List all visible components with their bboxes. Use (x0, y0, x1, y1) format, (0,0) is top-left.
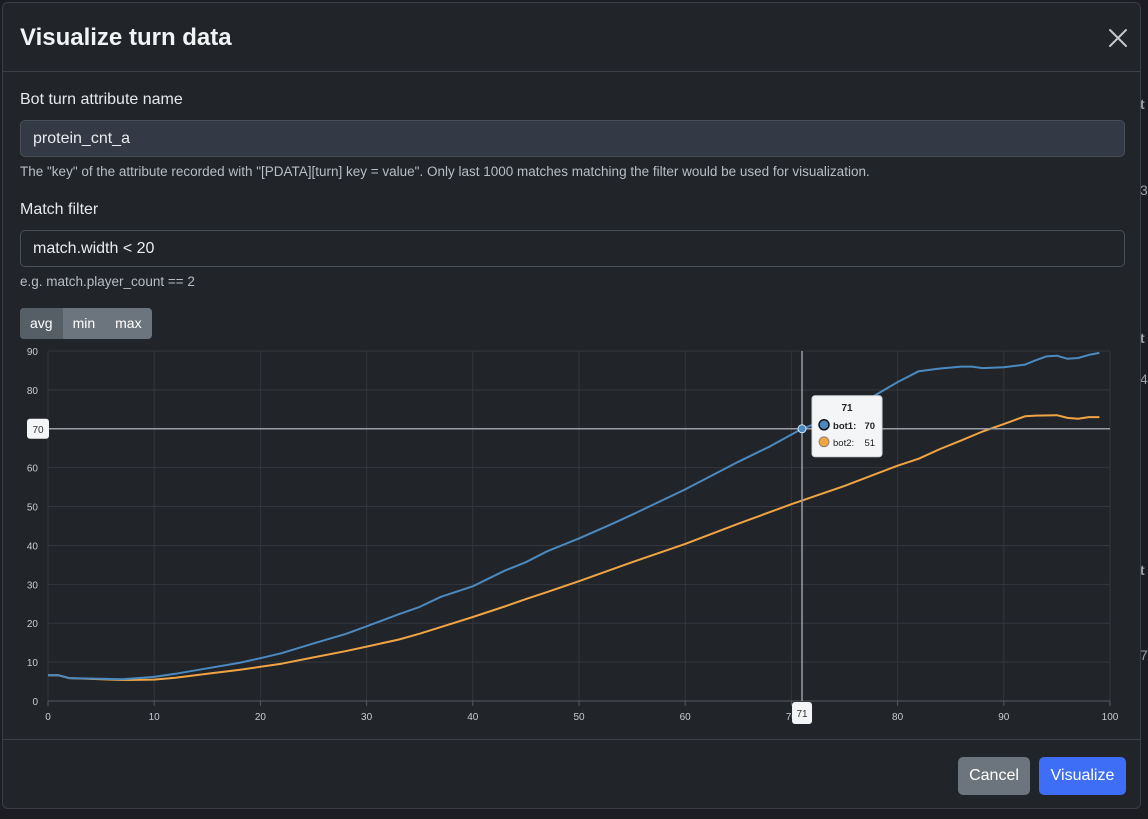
y-tick-label: 10 (27, 658, 39, 669)
y-tick-label: 0 (32, 697, 38, 708)
close-button[interactable] (1107, 27, 1129, 49)
y-tick-label: 20 (27, 619, 39, 630)
cancel-button[interactable]: Cancel (958, 757, 1030, 795)
x-tick-label: 100 (1102, 712, 1119, 723)
y-tick-label: 40 (27, 541, 39, 552)
y-tick-label: 30 (27, 580, 39, 591)
series-line-bot2 (48, 414, 1100, 681)
mode-avg-button[interactable]: avg (20, 308, 63, 339)
footer-divider (3, 739, 1140, 740)
visualize-turn-data-dialog: Visualize turn data Bot turn attribute n… (2, 2, 1141, 809)
x-tick-label: 30 (361, 712, 373, 723)
crosshair-y-label: 70 (27, 418, 49, 439)
y-tick-label: 50 (27, 503, 39, 514)
x-tick-label: 20 (255, 712, 267, 723)
chart-tooltip: 71 bot1: 70 bot2: 51 (811, 395, 883, 458)
tooltip-swatch (818, 419, 830, 431)
modal-header: Visualize turn data (3, 3, 1140, 72)
tooltip-swatch (818, 436, 830, 448)
background-fragment: 3 (1140, 182, 1148, 198)
crosshair-x-label: 71 (792, 702, 813, 724)
crosshair-x-label-text: 71 (796, 709, 808, 720)
y-tick-label: 90 (27, 347, 39, 358)
x-tick-label: 0 (45, 712, 51, 723)
attribute-name-help: The "key" of the attribute recorded with… (20, 164, 870, 179)
x-tick-label: 90 (998, 712, 1010, 723)
turn-data-chart[interactable]: 0 10 20 30 40 50 60 70 80 90 0 10 20 30 40 50 60 70 80 90 10… (3, 343, 1140, 733)
match-filter-input[interactable] (20, 230, 1125, 267)
series-line-bot1 (48, 351, 1100, 681)
tooltip-series-name: bot1: (833, 421, 856, 432)
aggregation-mode-group: avg min max (20, 308, 152, 339)
tooltip-title: 71 (841, 403, 853, 414)
match-filter-label: Match filter (20, 201, 99, 218)
match-filter-help: e.g. match.player_count == 2 (20, 274, 195, 289)
x-tick-label: 40 (467, 712, 479, 723)
x-tick-label: 60 (680, 712, 692, 723)
background-fragment: 7 (1140, 647, 1148, 663)
mode-max-button[interactable]: max (105, 308, 151, 339)
attribute-name-input[interactable] (20, 120, 1125, 157)
visualize-button[interactable]: Visualize (1039, 757, 1126, 795)
y-tick-label: 80 (27, 386, 39, 397)
modal-title: Visualize turn data (20, 24, 232, 51)
x-tick-label: 80 (892, 712, 904, 723)
x-tick-label: 10 (149, 712, 161, 723)
tooltip-series-name: bot2: (833, 438, 854, 449)
background-fragment: 4 (1140, 371, 1148, 387)
y-tick-label: 60 (27, 464, 39, 475)
crosshair-y-label-text: 70 (32, 425, 44, 436)
close-icon (1109, 29, 1127, 47)
mode-min-button[interactable]: min (63, 308, 106, 339)
crosshair-point (797, 424, 807, 434)
attribute-name-label: Bot turn attribute name (20, 91, 183, 108)
x-tick-label: 50 (573, 712, 585, 723)
tooltip-series-value: 51 (864, 438, 875, 449)
tooltip-series-value: 70 (864, 421, 875, 432)
